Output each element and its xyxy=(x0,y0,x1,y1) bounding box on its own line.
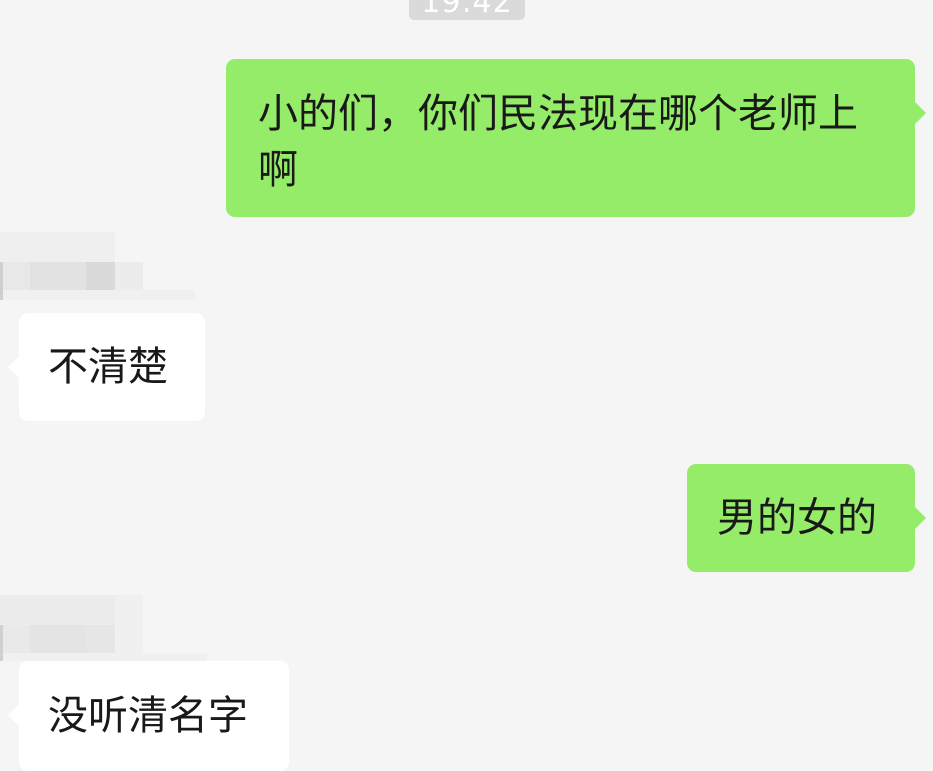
outgoing-message-bubble[interactable]: 男的女的 xyxy=(687,464,926,572)
message-text: 不清楚 xyxy=(48,344,168,390)
bubble-tail xyxy=(915,507,926,529)
bubble-tail xyxy=(8,704,19,726)
message-text: 没听清名字 xyxy=(48,693,248,739)
outgoing-message-bubble[interactable]: 小的们，你们民法现在哪个老师上啊 xyxy=(226,59,926,217)
blurred-sender-name xyxy=(0,595,210,663)
bubble-tail xyxy=(8,356,19,378)
timestamp-badge: 19:42 xyxy=(409,0,525,20)
incoming-message-bubble[interactable]: 不清楚 xyxy=(8,313,205,421)
message-text: 小的们，你们民法现在哪个老师上啊 xyxy=(258,91,858,193)
blurred-sender-name xyxy=(0,232,200,300)
bubble-tail xyxy=(915,102,926,124)
message-text: 男的女的 xyxy=(717,495,877,541)
incoming-message-bubble[interactable]: 没听清名字 xyxy=(8,661,289,771)
